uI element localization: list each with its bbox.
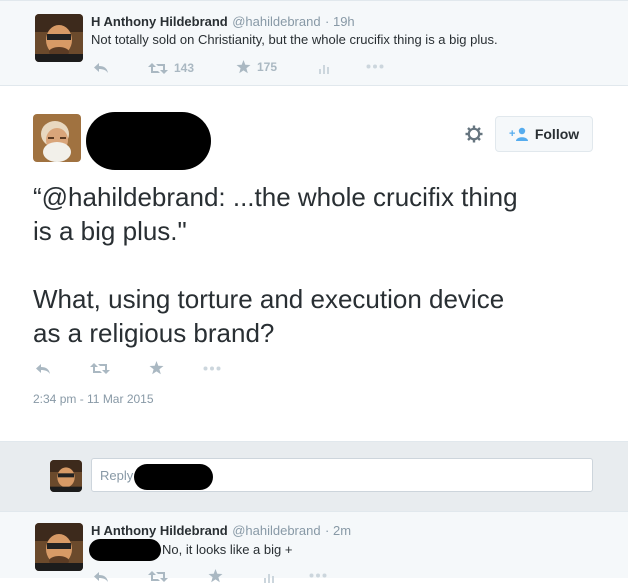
redacted-handle xyxy=(134,464,213,490)
stats-action[interactable] xyxy=(264,572,276,583)
avatar[interactable] xyxy=(33,114,81,162)
stats-action[interactable] xyxy=(319,63,331,74)
author-handle[interactable]: @hahildebrand xyxy=(232,14,320,29)
more-icon xyxy=(366,64,384,69)
follow-label: Follow xyxy=(534,126,580,142)
star-icon xyxy=(149,361,164,375)
reply-icon xyxy=(93,571,109,583)
avatar[interactable] xyxy=(35,523,83,571)
stats-icon xyxy=(319,63,331,74)
retweet-action[interactable] xyxy=(90,362,110,375)
favorite-action[interactable] xyxy=(149,361,164,375)
reply-action[interactable] xyxy=(35,363,51,375)
avatar xyxy=(50,460,82,492)
tweet-time[interactable]: · 19h xyxy=(325,14,355,29)
reply-action[interactable] xyxy=(93,62,109,74)
tweet-text-line: “@hahildebrand: ...the whole crucifix th… xyxy=(33,182,518,212)
retweet-count: 143 xyxy=(174,61,195,75)
avatar[interactable] xyxy=(35,14,83,62)
redacted-mention xyxy=(89,539,161,561)
author-name[interactable]: H Anthony Hildebrand xyxy=(91,523,228,538)
tweet-header: H Anthony Hildebrand @hahildebrand · 19h xyxy=(91,13,355,31)
more-action[interactable] xyxy=(309,573,327,578)
redacted-name xyxy=(86,112,211,170)
more-action[interactable] xyxy=(366,64,384,69)
favorite-action[interactable] xyxy=(208,569,223,583)
reply-icon xyxy=(35,363,51,375)
tweet-timestamp[interactable]: 2:34 pm - 11 Mar 2015 xyxy=(33,392,154,406)
follow-button[interactable]: + Follow xyxy=(495,116,593,152)
favorite-count: 175 xyxy=(257,60,278,74)
more-icon xyxy=(203,366,221,371)
author-handle[interactable]: @hahildebrand xyxy=(232,523,320,538)
favorite-action[interactable]: 175 xyxy=(236,60,277,74)
stats-icon xyxy=(264,572,276,583)
reply-icon xyxy=(93,62,109,74)
tweet-text-line: What, using torture and execution device xyxy=(33,284,505,314)
retweet-icon xyxy=(148,62,168,75)
more-icon xyxy=(309,573,327,578)
tweet-top[interactable]: H Anthony Hildebrand @hahildebrand · 19h… xyxy=(0,0,628,86)
author-name[interactable]: H Anthony Hildebrand xyxy=(91,14,228,29)
star-icon xyxy=(236,60,251,74)
tweet-text: No, it looks like a big + xyxy=(162,542,293,557)
star-icon xyxy=(208,569,223,583)
svg-text:+: + xyxy=(509,128,515,140)
tweet-bottom[interactable]: H Anthony Hildebrand @hahildebrand · 2m … xyxy=(0,511,628,583)
add-user-icon: + xyxy=(509,127,529,141)
retweet-action[interactable]: 143 xyxy=(148,61,194,75)
more-action[interactable] xyxy=(203,366,221,371)
reply-action[interactable] xyxy=(93,571,109,583)
tweet-text-line: is a big plus." xyxy=(33,216,187,246)
tweet-header: H Anthony Hildebrand @hahildebrand · 2m xyxy=(91,522,351,540)
tweet-text-line: as a religious brand? xyxy=(33,318,275,348)
tweet-time[interactable]: · 2m xyxy=(325,523,351,538)
retweet-icon xyxy=(90,362,110,375)
tweet-text: Not totally sold on Christianity, but th… xyxy=(91,32,498,47)
gear-icon[interactable] xyxy=(465,125,483,143)
